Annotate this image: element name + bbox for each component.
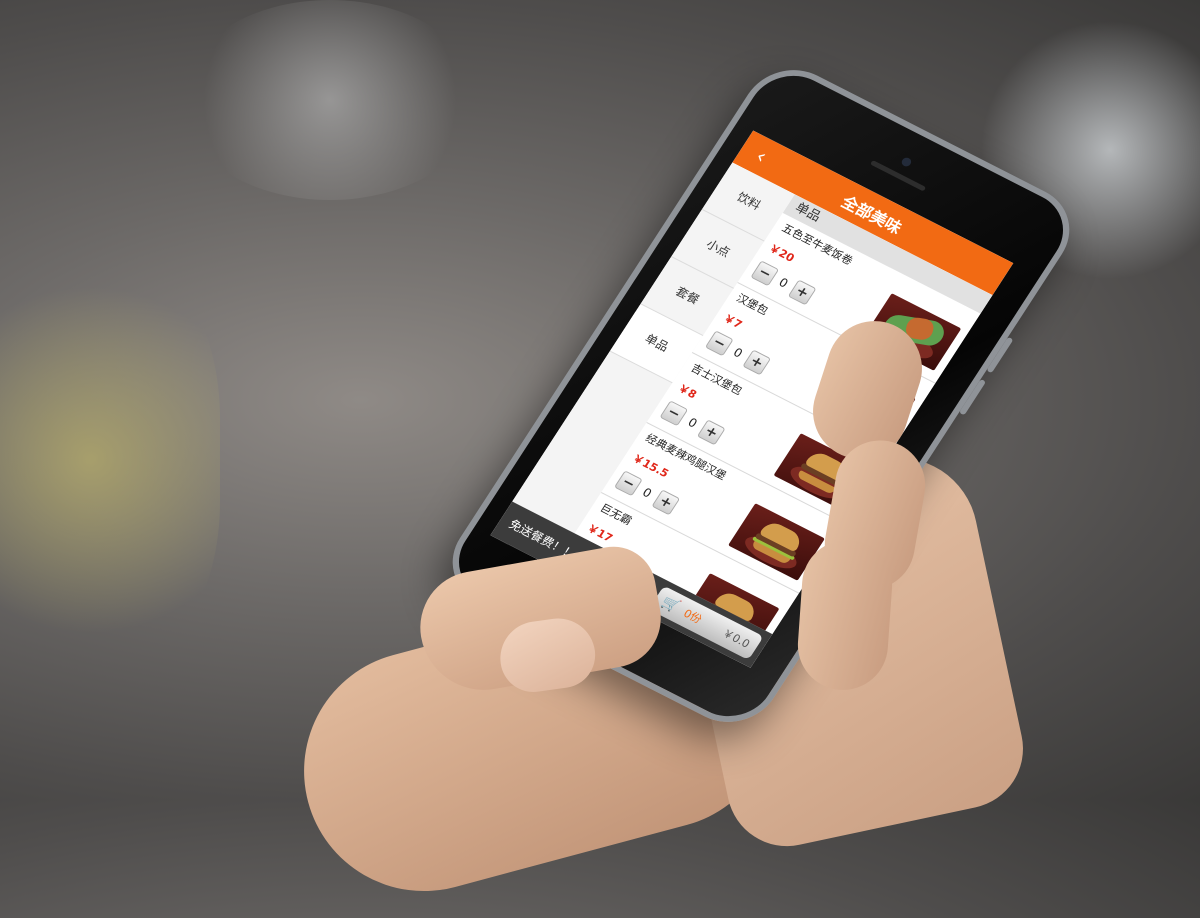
increase-button[interactable]: + xyxy=(651,489,681,516)
background-blur-light-2 xyxy=(180,0,480,200)
item-price: ￥20 xyxy=(766,241,797,265)
background-blur-yellow xyxy=(0,250,220,670)
increase-button[interactable]: + xyxy=(696,419,726,446)
earpiece-speaker xyxy=(870,160,927,192)
quantity-value: 0 xyxy=(639,485,655,501)
quantity-value: 0 xyxy=(776,275,791,291)
cart-count: 0份 xyxy=(680,606,705,627)
increase-button[interactable]: + xyxy=(787,279,817,306)
item-price: ￥7 xyxy=(720,311,745,332)
quantity-value: 0 xyxy=(685,415,700,431)
finger-ring xyxy=(794,537,896,693)
increase-button[interactable]: + xyxy=(742,349,772,376)
cart-icon: 🛒 xyxy=(658,593,683,616)
volume-up-button xyxy=(986,336,1014,374)
item-price: ￥8 xyxy=(675,381,700,402)
cart-total: ￥0.0 xyxy=(719,626,753,651)
quantity-value: 0 xyxy=(730,345,746,361)
volume-down-button xyxy=(958,378,987,416)
front-camera xyxy=(899,156,913,168)
